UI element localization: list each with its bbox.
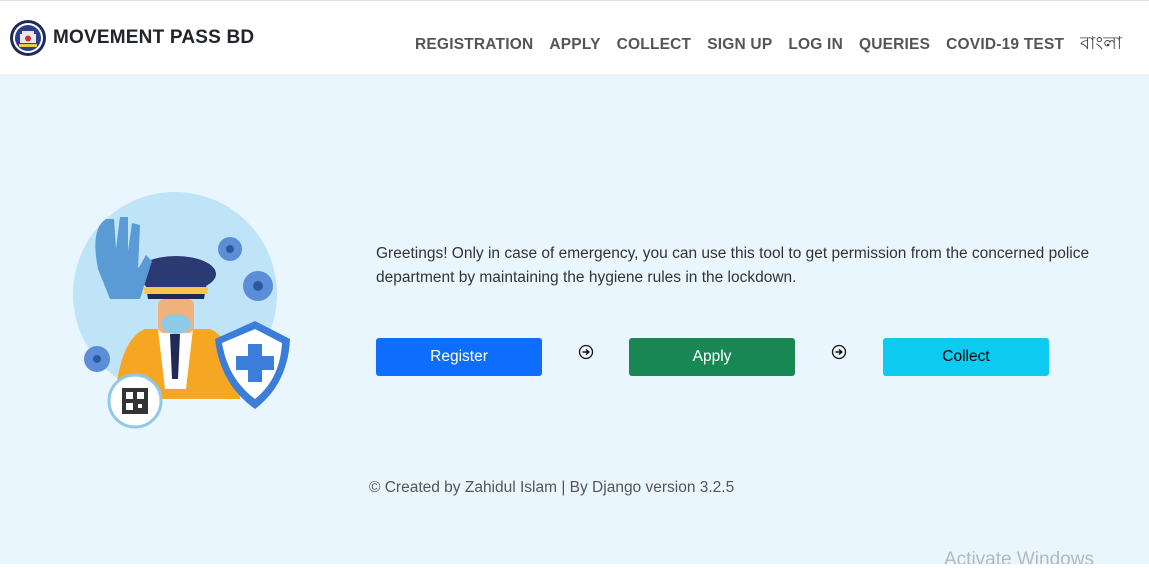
bottom-divider <box>0 564 1149 568</box>
register-button[interactable]: Register <box>376 338 542 376</box>
nav-covid-test[interactable]: COVID-19 TEST <box>946 36 1064 54</box>
brand-name: MOVEMENT PASS BD <box>53 27 255 48</box>
circle-arrow-right-icon <box>831 344 847 360</box>
greeting-text: Greetings! Only in case of emergency, yo… <box>376 245 1090 286</box>
nav-log-in[interactable]: LOG IN <box>788 36 843 54</box>
navbar: MOVEMENT PASS BD REGISTRATION APPLY COLL… <box>0 0 1149 74</box>
nav-collect[interactable]: COLLECT <box>617 36 692 54</box>
apply-button[interactable]: Apply <box>629 338 795 376</box>
nav-language-bangla[interactable]: বাংলা <box>1080 29 1122 60</box>
brand[interactable]: MOVEMENT PASS BD <box>9 19 254 57</box>
police-officer-stop-illustration <box>73 192 290 429</box>
circle-arrow-right-icon <box>578 344 594 360</box>
nav-registration[interactable]: REGISTRATION <box>415 36 533 54</box>
collect-button[interactable]: Collect <box>883 338 1049 376</box>
nav-apply[interactable]: APPLY <box>549 36 600 54</box>
footer-credit: © Created by Zahidul Islam | By Django v… <box>369 479 735 496</box>
nav-sign-up[interactable]: SIGN UP <box>707 36 772 54</box>
nav-queries[interactable]: QUERIES <box>859 36 930 54</box>
police-emblem-icon <box>10 20 46 56</box>
hero-section: Greetings! Only in case of emergency, yo… <box>0 74 1149 568</box>
nav-menu: REGISTRATION APPLY COLLECT SIGN UP LOG I… <box>407 29 1130 60</box>
